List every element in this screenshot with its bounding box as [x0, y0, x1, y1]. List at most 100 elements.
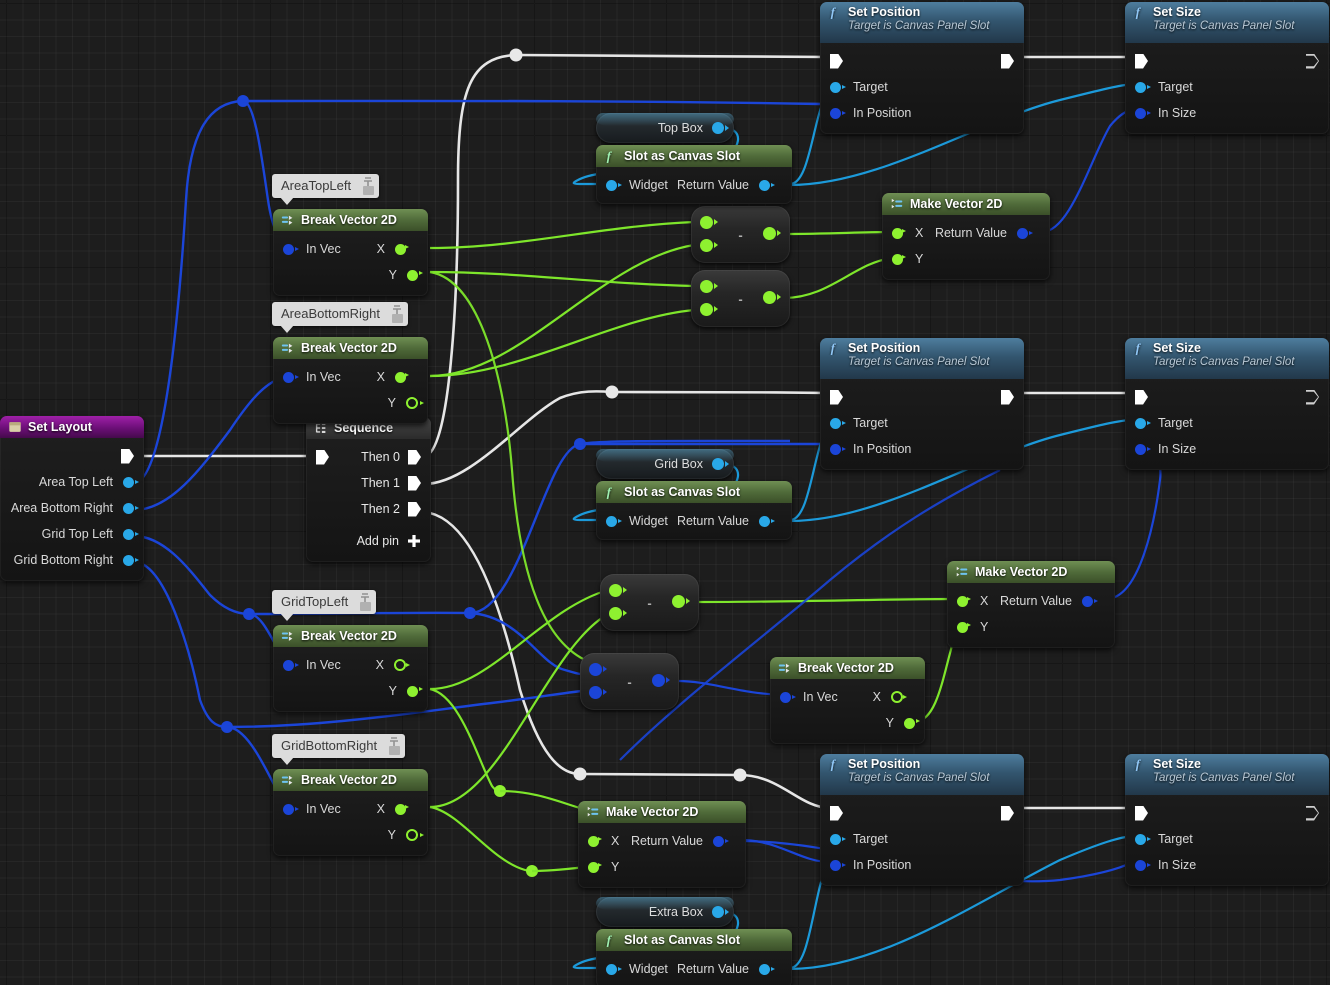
input-row-in-vec[interactable]: In Vec X	[273, 796, 428, 822]
exec-output-pin-then-2[interactable]	[408, 501, 421, 517]
node-set-size-1[interactable]: f Set Size Target is Canvas Panel Slot T…	[1125, 2, 1329, 134]
node-make-vector-2d-mid[interactable]: Make Vector 2D X Return Value Y	[947, 561, 1115, 648]
exec-input-pin[interactable]	[830, 805, 843, 821]
exec-output-pin[interactable]	[1001, 805, 1014, 821]
output-row-area-top-left[interactable]: Area Top Left	[0, 469, 144, 495]
input-row-x[interactable]: X Return Value	[947, 588, 1115, 614]
input-row-in-position[interactable]: In Position	[820, 436, 1024, 462]
node-set-size-2[interactable]: f Set Size Target is Canvas Panel Slot T…	[1125, 338, 1329, 470]
pin-widget[interactable]	[606, 515, 622, 527]
input-row-in-vec[interactable]: In Vec X	[273, 652, 428, 678]
input-row-target[interactable]: Target	[1125, 826, 1329, 852]
node-set-position-1[interactable]: f Set Position Target is Canvas Panel Sl…	[820, 2, 1024, 134]
node-set-position-2[interactable]: f Set Position Target is Canvas Panel Sl…	[820, 338, 1024, 470]
exec-input-pin[interactable]	[830, 389, 843, 405]
node-break-vector-2d-grid-bottom-right[interactable]: Break Vector 2D In Vec X Y	[273, 769, 428, 856]
exec-output-pin[interactable]	[1306, 54, 1319, 69]
node-break-vector-2d-area-top-left[interactable]: Break Vector 2D In Vec X Y	[273, 209, 428, 296]
pin-y[interactable]	[406, 397, 424, 409]
pin-grid-top-left[interactable]	[123, 528, 139, 540]
pin-row-widget-return[interactable]: Widget Return Value	[596, 172, 792, 198]
input-row-y[interactable]: Y	[578, 854, 746, 880]
exec-row-then-1[interactable]: Then 1	[306, 470, 431, 496]
exec-output-pin[interactable]	[1306, 390, 1319, 405]
pin-in-vec[interactable]	[283, 659, 299, 671]
output-row-y[interactable]: Y	[273, 262, 428, 288]
input-row-target[interactable]: Target	[1125, 410, 1329, 436]
pin-return-value[interactable]	[1017, 227, 1033, 239]
pin-in-size[interactable]	[1135, 107, 1151, 119]
pin-return-value[interactable]	[759, 179, 775, 191]
comment-bubble-area-bottom-right[interactable]: AreaBottomRight	[272, 302, 408, 333]
exec-output-pin-then-0[interactable]	[408, 449, 421, 465]
node-sequence[interactable]: Sequence Then 0 Then 1 Then 2 Add pin	[306, 417, 431, 562]
blueprint-graph-canvas[interactable]: Set Layout Area Top Left Area Bottom Rig…	[0, 0, 1330, 985]
pin-x[interactable]	[394, 659, 410, 671]
add-pin-row[interactable]: Add pin	[306, 528, 431, 554]
exec-output-pin[interactable]	[1001, 389, 1014, 405]
input-row-y[interactable]: Y	[882, 246, 1050, 272]
pin-y[interactable]	[407, 269, 423, 281]
input-row-in-position[interactable]: In Position	[820, 100, 1024, 126]
input-row-x[interactable]: X Return Value	[882, 220, 1050, 246]
exec-input-pin[interactable]	[1135, 805, 1148, 821]
pin-widget[interactable]	[606, 179, 622, 191]
node-variable-get-extra-box[interactable]: Extra Box	[596, 897, 734, 927]
exec-row[interactable]	[820, 800, 1024, 826]
pin-y[interactable]	[407, 685, 423, 697]
pin-widget[interactable]	[606, 963, 622, 975]
output-row-y[interactable]: Y	[273, 678, 428, 704]
pin-in-vec[interactable]	[283, 803, 299, 815]
node-set-size-3[interactable]: f Set Size Target is Canvas Panel Slot T…	[1125, 754, 1329, 886]
output-row-area-bottom-right[interactable]: Area Bottom Right	[0, 495, 144, 521]
input-row-x[interactable]: X Return Value	[578, 828, 746, 854]
pin-x[interactable]	[892, 227, 906, 239]
pin-in-vec[interactable]	[283, 371, 299, 383]
pin-x[interactable]	[395, 243, 409, 255]
exec-input-pin[interactable]	[1135, 53, 1148, 69]
exec-row-then-2[interactable]: Then 2	[306, 496, 431, 522]
node-slot-as-canvas-slot-2[interactable]: f Slot as Canvas Slot Widget Return Valu…	[596, 481, 792, 540]
pin-area-bottom-right[interactable]	[123, 502, 139, 514]
exec-input-pin[interactable]	[830, 53, 843, 69]
pin-in-position[interactable]	[830, 443, 846, 455]
exec-row[interactable]	[820, 384, 1024, 410]
exec-row[interactable]	[820, 48, 1024, 74]
output-row-grid-top-left[interactable]: Grid Top Left	[0, 521, 144, 547]
exec-row-then-0[interactable]: Then 0	[306, 444, 431, 470]
node-subtract-4[interactable]: -	[580, 653, 679, 710]
pin-target[interactable]	[830, 417, 846, 429]
exec-output-pin[interactable]	[1001, 53, 1014, 69]
pin-target[interactable]	[830, 833, 846, 845]
pin-x[interactable]	[588, 835, 602, 847]
pin-return-value[interactable]	[1082, 595, 1098, 607]
output-row-grid-bottom-right[interactable]: Grid Bottom Right	[0, 547, 144, 573]
output-row-y[interactable]: Y	[273, 822, 428, 848]
node-slot-as-canvas-slot-3[interactable]: f Slot as Canvas Slot Widget Return Valu…	[596, 929, 792, 985]
pin-return-value[interactable]	[759, 963, 775, 975]
comment-bubble-grid-top-left[interactable]: GridTopLeft	[272, 590, 377, 621]
pin-y[interactable]	[588, 861, 602, 873]
node-subtract-1[interactable]: -	[691, 206, 790, 263]
comment-bubble-area-top-left[interactable]: AreaTopLeft	[272, 174, 380, 205]
exec-output-pin[interactable]	[121, 448, 134, 464]
pin-y[interactable]	[406, 829, 424, 841]
exec-output-pin-then-1[interactable]	[408, 475, 421, 491]
input-row-in-position[interactable]: In Position	[820, 852, 1024, 878]
node-break-vector-2d-mid[interactable]: Break Vector 2D In Vec X Y	[770, 657, 925, 744]
pin-y[interactable]	[892, 253, 906, 265]
output-row-y[interactable]: Y	[770, 710, 925, 736]
pin-in-position[interactable]	[830, 107, 846, 119]
output-row-y[interactable]: Y	[273, 390, 428, 416]
plus-icon[interactable]	[407, 534, 421, 548]
pin-row-widget-return[interactable]: Widget Return Value	[596, 508, 792, 534]
node-make-vector-2d-top[interactable]: Make Vector 2D X Return Value Y	[882, 193, 1050, 280]
pin-row-widget-return[interactable]: Widget Return Value	[596, 956, 792, 982]
pin-top-box-output[interactable]	[712, 122, 729, 134]
exec-row[interactable]	[1125, 800, 1329, 826]
pin-in-position[interactable]	[830, 859, 846, 871]
input-row-in-size[interactable]: In Size	[1125, 100, 1329, 126]
pin-grid-bottom-right[interactable]	[123, 554, 139, 566]
pin-x[interactable]	[891, 691, 907, 703]
input-row-target[interactable]: Target	[820, 74, 1024, 100]
